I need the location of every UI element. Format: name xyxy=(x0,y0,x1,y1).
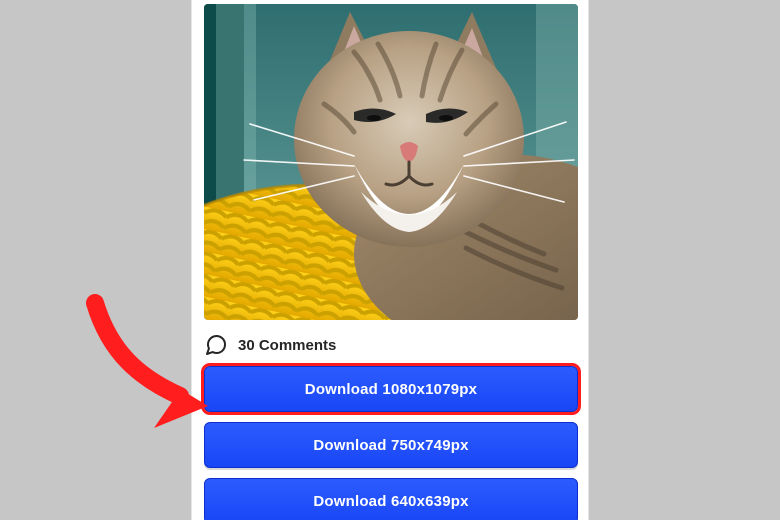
post-card: 30 Comments Download 1080x1079px Downloa… xyxy=(191,0,589,520)
download-button-750[interactable]: Download 750x749px xyxy=(204,422,578,468)
comment-icon xyxy=(204,333,228,357)
stage: 30 Comments Download 1080x1079px Downloa… xyxy=(0,0,780,520)
download-button-640[interactable]: Download 640x639px xyxy=(204,478,578,520)
cat-photo-svg xyxy=(204,4,578,320)
download-button-1080[interactable]: Download 1080x1079px xyxy=(204,366,578,412)
comments-row[interactable]: 30 Comments xyxy=(204,326,578,364)
download-button-label: Download 640x639px xyxy=(313,493,468,510)
download-button-label: Download 1080x1079px xyxy=(305,381,477,398)
comments-count: 30 Comments xyxy=(238,337,336,354)
post-image[interactable] xyxy=(204,4,578,320)
download-button-label: Download 750x749px xyxy=(313,437,468,454)
download-buttons: Download 1080x1079px Download 750x749px … xyxy=(204,366,578,520)
